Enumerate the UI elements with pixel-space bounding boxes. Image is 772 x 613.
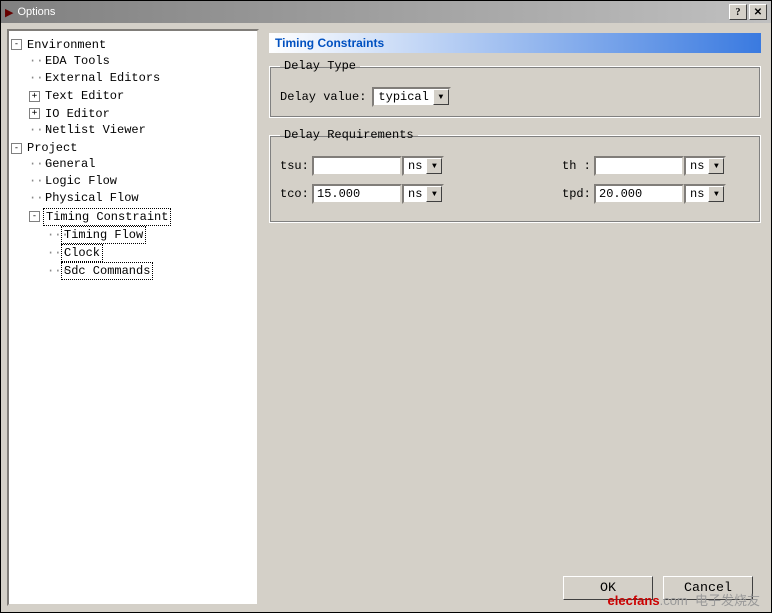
tree-node-netlist-viewer[interactable]: ···Netlist Viewer (29, 122, 148, 138)
dropdown-arrow-icon: ▼ (708, 158, 724, 174)
tsu-unit-select[interactable]: ns ▼ (402, 156, 444, 176)
delay-requirements-group: Delay Requirements tsu: ns ▼ th : (269, 128, 761, 223)
delay-value-label: Delay value: (280, 90, 366, 104)
collapse-icon[interactable]: - (11, 39, 22, 50)
tree-node-timing-constraint[interactable]: - Timing Constraint (29, 208, 171, 226)
expand-icon[interactable]: + (29, 108, 40, 119)
th-input[interactable] (594, 156, 684, 176)
content-panel: Timing Constraints Delay Type Delay valu… (265, 29, 765, 606)
dropdown-arrow-icon: ▼ (426, 158, 442, 174)
tree-node-io-editor[interactable]: +IO Editor (29, 106, 112, 122)
dropdown-arrow-icon: ▼ (426, 186, 442, 202)
tco-input[interactable] (312, 184, 402, 204)
dropdown-arrow-icon: ▼ (433, 89, 449, 105)
watermark: elecfans.com 电子发烧友 (608, 590, 760, 609)
expand-icon[interactable]: + (29, 91, 40, 102)
tco-unit-select[interactable]: ns ▼ (402, 184, 444, 204)
help-button[interactable]: ? (729, 4, 747, 20)
options-dialog: ▶ Options ? ✕ - Environment ···EDA Tools (0, 0, 772, 613)
tree-node-clock[interactable]: ···Clock (47, 244, 103, 262)
titlebar: ▶ Options ? ✕ (1, 1, 771, 23)
tree-node-sdc-commands[interactable]: ···Sdc Commands (47, 262, 153, 280)
tsu-input[interactable] (312, 156, 402, 176)
dropdown-arrow-icon: ▼ (708, 186, 724, 202)
category-tree[interactable]: - Environment ···EDA Tools ···External E… (7, 29, 259, 606)
tco-label: tco: (280, 187, 312, 201)
tree-node-text-editor[interactable]: +Text Editor (29, 88, 126, 104)
th-label: th : (562, 159, 594, 173)
panel-heading: Timing Constraints (269, 33, 761, 53)
tree-node-external-editors[interactable]: ···External Editors (29, 70, 162, 86)
tpd-unit-select[interactable]: ns ▼ (684, 184, 726, 204)
delay-value-select[interactable]: typical ▼ (372, 87, 450, 107)
collapse-icon[interactable]: - (11, 143, 22, 154)
tsu-label: tsu: (280, 159, 312, 173)
delay-type-legend: Delay Type (280, 59, 360, 73)
tree-node-timing-flow[interactable]: ···Timing Flow (47, 226, 146, 244)
th-unit-select[interactable]: ns ▼ (684, 156, 726, 176)
tree-node-logic-flow[interactable]: ···Logic Flow (29, 173, 119, 189)
delay-req-legend: Delay Requirements (280, 128, 418, 142)
tpd-input[interactable] (594, 184, 684, 204)
tree-node-physical-flow[interactable]: ···Physical Flow (29, 190, 141, 206)
tree-node-environment[interactable]: - Environment (11, 37, 108, 53)
window-title: Options (17, 6, 729, 18)
tree-node-project[interactable]: - Project (11, 140, 79, 156)
app-icon: ▶ (5, 6, 13, 19)
tree-node-eda-tools[interactable]: ···EDA Tools (29, 53, 112, 69)
delay-type-group: Delay Type Delay value: typical ▼ (269, 59, 761, 118)
collapse-icon[interactable]: - (29, 211, 40, 222)
tpd-label: tpd: (562, 187, 594, 201)
tree-node-general[interactable]: ···General (29, 156, 97, 172)
close-button[interactable]: ✕ (749, 4, 767, 20)
